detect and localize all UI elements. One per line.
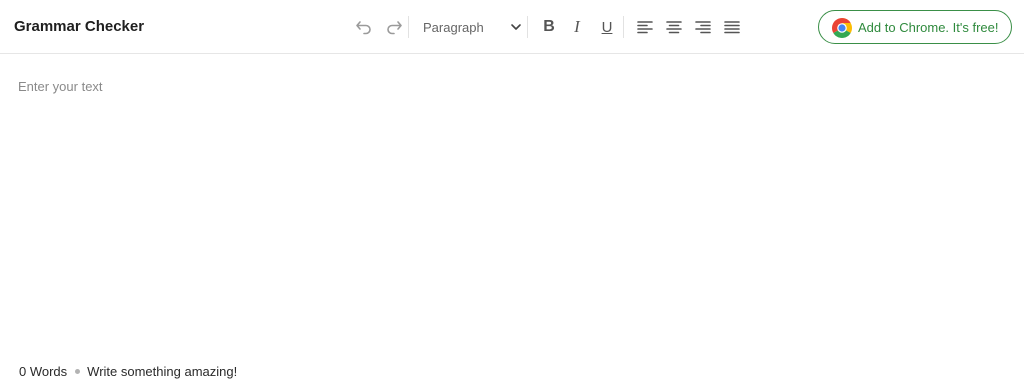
undo-icon [356,21,371,35]
toolbar-divider [527,16,528,38]
word-count: 0 Words [19,363,68,379]
app-title: Grammar Checker [14,18,145,35]
chevron-down-icon [511,24,521,30]
editor-toolbar: Grammar Checker Paragraph B I U Add to C… [0,0,1024,54]
align-justify-button[interactable] [720,14,744,40]
bold-button[interactable]: B [537,14,561,40]
block-format-label: Paragraph [423,20,484,35]
toolbar-divider [408,16,409,38]
redo-button[interactable] [382,14,406,40]
align-right-button[interactable] [691,14,715,40]
undo-button[interactable] [352,14,376,40]
text-editor[interactable]: Enter your text [0,55,1024,350]
add-to-chrome-label: Add to Chrome. It's free! [858,20,999,35]
block-format-select[interactable]: Paragraph [414,14,526,40]
align-center-icon [666,21,682,34]
status-separator-dot [75,368,81,374]
align-justify-icon [724,21,740,34]
chrome-logo-icon [832,18,852,38]
align-center-button[interactable] [662,14,686,40]
editor-placeholder: Enter your text [18,79,103,94]
italic-button[interactable]: I [565,14,589,40]
underline-icon: U [601,18,613,36]
underline-button[interactable]: U [595,14,619,40]
align-left-icon [637,21,653,34]
status-message: Write something amazing! [87,363,238,379]
align-right-icon [695,21,711,34]
italic-icon: I [574,17,580,36]
toolbar-divider [623,16,624,38]
bold-icon: B [543,18,555,35]
status-bar: 0 Words Write something amazing! [19,363,237,379]
align-left-button[interactable] [633,14,657,40]
add-to-chrome-button[interactable]: Add to Chrome. It's free! [818,10,1012,44]
redo-icon [387,21,402,35]
